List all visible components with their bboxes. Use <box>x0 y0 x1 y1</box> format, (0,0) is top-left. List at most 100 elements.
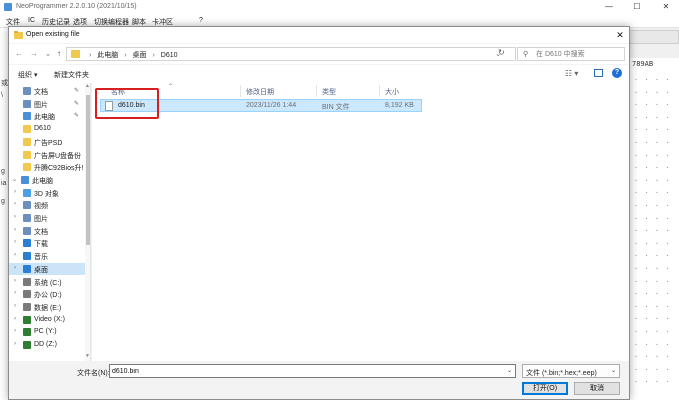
pin-icon[interactable]: ✎ <box>74 112 79 119</box>
app-titlebar: NeoProgrammer 2.2.0.10 (2021/10/15) — ☐ … <box>0 0 679 14</box>
refresh-icon[interactable]: ↻ <box>498 48 505 57</box>
chevron-icon[interactable]: › <box>14 227 16 233</box>
sidebar-item[interactable]: 广告PSD <box>9 136 85 148</box>
hex-row: · · · · <box>634 252 671 261</box>
maximize-button[interactable]: ☐ <box>630 1 644 13</box>
sidebar-item[interactable]: ⌄ 此电脑 <box>9 174 85 186</box>
sidebar-item[interactable]: › 文档 <box>9 225 85 237</box>
sidebar-item[interactable]: › 办公 (D:) <box>9 288 85 300</box>
file-list[interactable]: 名称 ⌃ 修改日期 类型 大小 d610.bin 2023/11/26 1:44… <box>92 83 629 361</box>
breadcrumb-desktop[interactable]: 桌面 <box>133 52 147 59</box>
pin-icon[interactable]: ✎ <box>74 100 79 107</box>
chevron-icon[interactable]: › <box>14 252 16 258</box>
app-close-button[interactable]: ✕ <box>659 1 673 13</box>
sidebar-item[interactable]: › DD (Z:) <box>9 339 85 351</box>
hex-row: · · · · <box>634 101 671 110</box>
recent-locations-icon[interactable]: ⌄ <box>43 48 53 60</box>
hex-row: · · · · <box>634 164 671 173</box>
sidebar-item[interactable]: 文档 ✎ <box>9 85 85 97</box>
column-modified[interactable]: 修改日期 <box>246 87 274 97</box>
nav-scrollbar[interactable]: ▲ ▼ <box>85 83 90 361</box>
hex-row: · · · · <box>634 176 671 185</box>
chevron-down-icon[interactable]: ⌄ <box>507 367 512 374</box>
up-arrow-icon[interactable]: ↑ <box>54 48 64 60</box>
file-name-combobox[interactable]: ⌄ <box>109 364 516 378</box>
chevron-icon[interactable]: › <box>14 201 16 207</box>
preview-pane-icon[interactable] <box>594 69 603 77</box>
folder-icon <box>23 290 31 299</box>
column-divider[interactable] <box>379 85 380 97</box>
column-size[interactable]: 大小 <box>385 87 399 97</box>
sidebar-item-label: PC (Y:) <box>34 328 57 336</box>
chevron-icon[interactable]: › <box>14 214 16 220</box>
organize-button[interactable]: 组织 ▾ <box>18 70 37 80</box>
chevron-icon[interactable]: › <box>14 341 16 347</box>
sidebar-item[interactable]: › Video (X:) <box>9 314 85 326</box>
chevron-icon[interactable]: › <box>14 189 16 195</box>
menu-ic[interactable]: IC <box>28 17 35 24</box>
forward-arrow-icon[interactable]: → <box>29 48 39 60</box>
chevron-icon[interactable]: › <box>14 278 16 284</box>
column-type[interactable]: 类型 <box>322 87 336 97</box>
sidebar-item[interactable]: › PC (Y:) <box>9 326 85 338</box>
pin-icon[interactable]: ✎ <box>74 87 79 94</box>
sidebar-item[interactable]: › 3D 对象 <box>9 187 85 199</box>
chevron-down-icon[interactable]: ⌄ <box>611 367 616 374</box>
sidebar-item[interactable]: › 数据 (E:) <box>9 301 85 313</box>
annotation-highlight-box <box>95 88 159 119</box>
chevron-icon[interactable]: › <box>14 328 16 334</box>
folder-icon <box>23 239 31 248</box>
dialog-footer: 文件名(N): ⌄ 文件 (*.bin;*.hex;*.eep) ⌄ 打开(O)… <box>9 361 629 399</box>
new-folder-button[interactable]: 新建文件夹 <box>54 70 89 80</box>
hex-view[interactable]: 789AB · · · · · · · · · · · · · · · · · · · … <box>627 58 679 400</box>
sidebar-item[interactable]: 图片 ✎ <box>9 98 85 110</box>
open-button[interactable]: 打开(O) <box>522 382 568 395</box>
sidebar-item[interactable]: › 视频 <box>9 199 85 211</box>
file-name-input[interactable] <box>112 366 502 377</box>
help-icon[interactable]: ? <box>612 68 622 78</box>
chevron-icon[interactable]: › <box>14 290 16 296</box>
address-bar[interactable]: › 此电脑 › 桌面 › D610 ⌄ <box>66 47 516 61</box>
scroll-down-icon[interactable]: ▼ <box>85 353 90 359</box>
minimize-button[interactable]: — <box>602 1 616 13</box>
scrollbar-thumb[interactable] <box>86 95 90 245</box>
search-box[interactable]: ⚲ <box>517 47 625 61</box>
hex-row: · · · · <box>634 139 671 147</box>
search-icon: ⚲ <box>523 51 529 58</box>
chevron-icon[interactable]: › <box>14 316 16 322</box>
chevron-icon[interactable]: ⌄ <box>12 176 17 183</box>
search-input[interactable] <box>536 49 622 60</box>
sidebar-item[interactable]: 升腾C92Bios升! <box>9 161 85 173</box>
chevron-icon[interactable]: › <box>14 303 16 309</box>
chevron-icon[interactable]: › <box>14 265 16 271</box>
column-divider[interactable] <box>240 85 241 97</box>
navigation-pane[interactable]: 文档 ✎ 图片 ✎ 此电脑 ✎ D610 广告PSD 广告屏U盘备份 升腾C92Bios升! ⌄ 此电… <box>9 83 91 361</box>
sidebar-item[interactable]: 广告屏U盘备份 <box>9 149 85 161</box>
sidebar-item-label: 图片 <box>34 216 48 223</box>
folder-icon <box>23 315 31 324</box>
cancel-button[interactable]: 取消 <box>574 382 620 395</box>
sidebar-item[interactable]: › 桌面 <box>9 262 85 275</box>
file-type-select[interactable]: 文件 (*.bin;*.hex;*.eep) ⌄ <box>522 364 620 378</box>
view-options-icon[interactable]: ☷ ▾ <box>565 69 578 78</box>
breadcrumb-d610[interactable]: D610 <box>161 52 178 59</box>
breadcrumb-this-pc[interactable]: 此电脑 <box>97 52 118 59</box>
hex-row: · · · · <box>634 227 671 236</box>
hex-header: 789AB <box>632 60 654 68</box>
sidebar-item[interactable]: › 音乐 <box>9 250 85 262</box>
dialog-close-button[interactable]: ✕ <box>613 28 627 42</box>
hex-row: · · · · <box>634 151 671 160</box>
column-divider[interactable] <box>316 85 317 97</box>
hex-row: · · · · <box>634 290 671 299</box>
sidebar-item[interactable]: › 系统 (C:) <box>9 276 85 288</box>
chevron-icon[interactable]: › <box>14 239 16 245</box>
scroll-up-icon[interactable]: ▲ <box>85 83 90 89</box>
sidebar-item[interactable]: › 图片 <box>9 212 85 224</box>
sidebar-item[interactable]: 此电脑 ✎ <box>9 110 85 122</box>
sidebar-item[interactable]: D610 <box>9 123 85 135</box>
sidebar-item[interactable]: › 下载 <box>9 237 85 249</box>
sort-up-icon: ⌃ <box>168 84 174 90</box>
menu-help[interactable]: ? <box>199 17 203 24</box>
sidebar-item-label: 广告屏U盘备份 <box>34 152 82 160</box>
back-arrow-icon[interactable]: ← <box>14 48 24 60</box>
